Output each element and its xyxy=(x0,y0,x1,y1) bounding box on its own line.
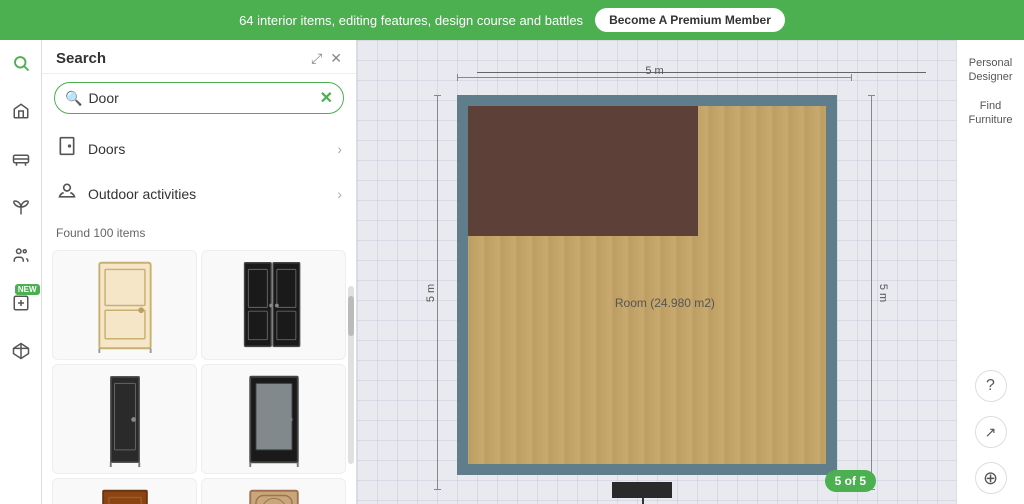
crosshair-icon: ⊕ xyxy=(983,468,998,489)
door-white-single-img xyxy=(90,258,160,353)
dim-left-line xyxy=(437,95,438,490)
outdoor-chevron-icon: › xyxy=(337,186,342,202)
premium-button[interactable]: Become A Premium Member xyxy=(595,8,785,32)
category-item-doors[interactable]: Doors › xyxy=(42,126,356,171)
door-black-narrow-img xyxy=(90,372,160,467)
door-item-3[interactable] xyxy=(52,364,197,474)
search-input[interactable] xyxy=(88,90,313,106)
right-actions: ? ↗ ⊕ xyxy=(975,370,1007,494)
door-item-1[interactable] xyxy=(52,250,197,360)
door-brown-single-img xyxy=(90,486,160,504)
found-count: Found 100 items xyxy=(42,220,356,246)
outdoor-icon xyxy=(56,181,78,206)
sidebar-item-furniture[interactable] xyxy=(6,144,36,174)
sidebar-item-plant[interactable] xyxy=(6,192,36,222)
top-banner: 64 interior items, editing features, des… xyxy=(0,0,1024,40)
dim-left-label: 5 m xyxy=(425,283,437,301)
clear-search-icon[interactable]: ✕ xyxy=(320,88,333,108)
dim-top-label: 5 m xyxy=(645,65,663,77)
tab-personal-designer[interactable]: Personal Designer xyxy=(961,50,1020,91)
dim-right-label: 5 m xyxy=(877,283,889,301)
scroll-thumb xyxy=(348,296,354,336)
search-small-icon: 🔍 xyxy=(65,90,82,107)
sidebar-item-new-wrap: NEW xyxy=(6,288,36,318)
share-button[interactable]: ↗ xyxy=(975,416,1007,448)
search-header: Search ⤢ ✕ xyxy=(42,40,356,74)
room-outer: Room (24.980 m2) xyxy=(457,95,837,475)
search-header-icons: ⤢ ✕ xyxy=(311,50,342,67)
new-badge: NEW xyxy=(15,284,40,295)
close-icon[interactable]: ✕ xyxy=(330,50,342,67)
items-grid xyxy=(42,246,356,504)
furniture-dark xyxy=(468,106,698,236)
door-black-mirror-img xyxy=(239,372,309,467)
dim-top-line xyxy=(457,77,852,78)
sidebar-item-search[interactable] xyxy=(6,48,36,78)
doors-icon xyxy=(56,136,78,161)
scroll-bar[interactable] xyxy=(348,286,354,464)
sidebar-item-people[interactable] xyxy=(6,240,36,270)
category-outdoor-label: Outdoor activities xyxy=(88,186,196,202)
help-icon: ? xyxy=(986,377,995,395)
door-black-double-img xyxy=(239,258,309,353)
door-bottom xyxy=(612,482,672,498)
door-ornate-img xyxy=(239,486,309,504)
doors-chevron-icon: › xyxy=(337,141,342,157)
search-input-wrap: 🔍 ✕ xyxy=(42,74,356,122)
category-doors-label: Doors xyxy=(88,141,125,157)
search-title: Search xyxy=(56,50,106,67)
category-item-outdoor[interactable]: Outdoor activities › xyxy=(42,171,356,216)
door-item-6[interactable] xyxy=(201,478,346,504)
dim-right-line xyxy=(871,95,872,490)
search-input-inner: 🔍 ✕ xyxy=(54,82,344,114)
page-indicator: 5 of 5 xyxy=(825,470,876,492)
right-panel: Personal Designer Find Furniture ? ↗ ⊕ xyxy=(956,40,1024,504)
search-panel: Search ⤢ ✕ 🔍 ✕ Doors xyxy=(42,40,357,504)
left-sidebar: NEW xyxy=(0,40,42,504)
expand-icon[interactable]: ⤢ xyxy=(311,50,322,67)
banner-text: 64 interior items, editing features, des… xyxy=(239,13,583,28)
crosshair-button[interactable]: ⊕ xyxy=(975,462,1007,494)
help-button[interactable]: ? xyxy=(975,370,1007,402)
sidebar-item-home[interactable] xyxy=(6,96,36,126)
room-label: Room (24.980 m2) xyxy=(615,296,715,310)
sidebar-item-3d[interactable] xyxy=(6,336,36,366)
main-layout: NEW Search ⤢ ✕ 🔍 ✕ xyxy=(0,40,1024,504)
door-item-5[interactable] xyxy=(52,478,197,504)
category-list: Doors › Outdoor activities › xyxy=(42,122,356,220)
tab-find-furniture[interactable]: Find Furniture xyxy=(961,93,1020,134)
room-wrapper: Room (24.980 m2) 5 m 5 m 5 m xyxy=(457,95,852,490)
right-tabs: Personal Designer Find Furniture xyxy=(961,50,1020,133)
dim-top xyxy=(477,72,926,73)
room-floor: Room (24.980 m2) xyxy=(468,106,826,464)
door-item-2[interactable] xyxy=(201,250,346,360)
arrow-line xyxy=(642,498,644,504)
door-item-4[interactable] xyxy=(201,364,346,474)
canvas-area[interactable]: Room (24.980 m2) 5 m 5 m 5 m xyxy=(357,40,956,504)
share-icon: ↗ xyxy=(985,424,997,441)
